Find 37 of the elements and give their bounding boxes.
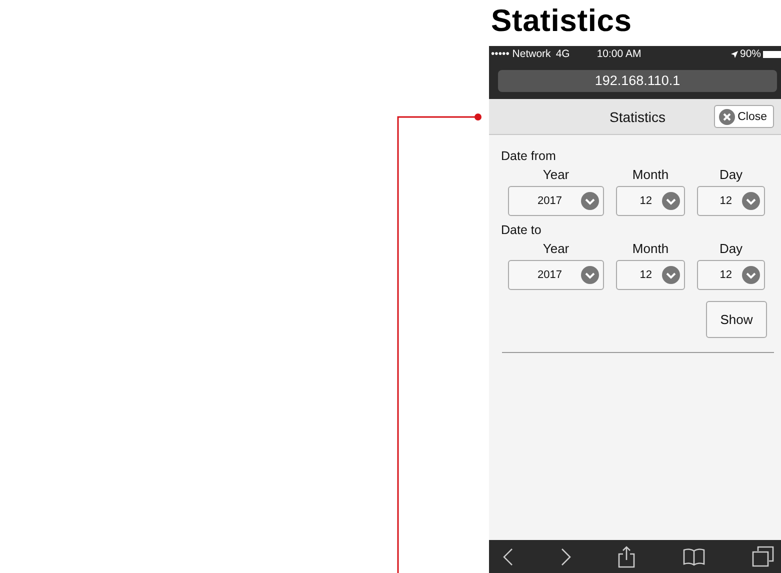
dropdown[interactable]: 2017 xyxy=(508,186,604,216)
carrier-label: ••••• Network xyxy=(491,48,551,60)
field-label: Day xyxy=(718,241,744,258)
back-icon[interactable] xyxy=(503,548,513,566)
battery-percent: 90% xyxy=(740,48,761,60)
field-label: Month xyxy=(631,167,670,184)
battery-icon xyxy=(763,50,781,58)
dropdown[interactable]: 12 xyxy=(697,186,765,216)
field-label: Day xyxy=(718,167,744,184)
field-label: Year xyxy=(542,167,570,184)
field-label: Month xyxy=(631,241,670,258)
clock-label: 10:00 AM xyxy=(596,48,642,60)
field-label: Year xyxy=(542,241,570,258)
dropdown[interactable]: 12 xyxy=(616,260,685,290)
tabs-icon[interactable] xyxy=(752,546,774,567)
dropdown[interactable]: 12 xyxy=(616,186,685,216)
share-icon[interactable] xyxy=(618,546,635,568)
network-label: 4G xyxy=(556,48,570,60)
chevron-down-icon xyxy=(742,266,760,284)
screen-title: Statistics xyxy=(609,108,666,124)
chevron-down-icon xyxy=(581,192,599,210)
chevron-down-icon xyxy=(581,266,599,284)
page-heading: Statistics xyxy=(491,2,633,40)
close-button[interactable]: Close xyxy=(714,105,774,128)
section-label: Date from xyxy=(501,149,557,165)
forward-icon[interactable] xyxy=(560,548,570,566)
book-icon[interactable] xyxy=(682,548,704,566)
chevron-down-icon xyxy=(742,192,760,210)
address-field[interactable]: 192.168.110.1 xyxy=(498,70,777,92)
chevron-down-icon xyxy=(662,266,680,284)
section-label: Date to xyxy=(501,223,542,239)
dropdown[interactable]: 2017 xyxy=(508,260,604,290)
dropdown[interactable]: 12 xyxy=(697,260,765,290)
show-button[interactable]: Show xyxy=(706,301,767,338)
close-icon xyxy=(718,108,735,124)
location-icon xyxy=(730,50,738,58)
chevron-down-icon xyxy=(662,192,680,210)
